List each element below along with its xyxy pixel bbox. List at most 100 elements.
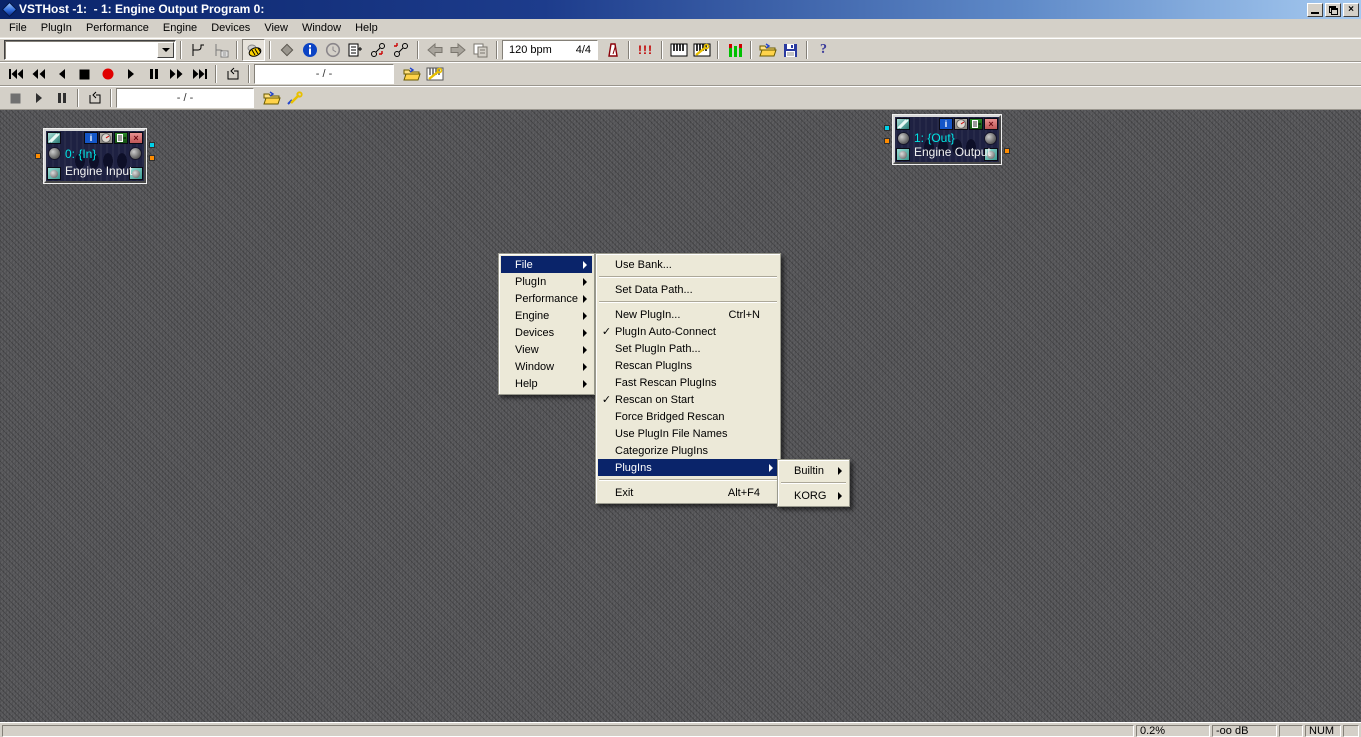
copy-layout-button[interactable] xyxy=(469,39,492,61)
plugin-info-button[interactable]: i xyxy=(84,132,98,144)
menu-item-use-plugin-file-names[interactable]: Use PlugIn File Names xyxy=(598,425,778,442)
menu-item-set-data-path[interactable]: Set Data Path... xyxy=(598,281,778,298)
record-button[interactable] xyxy=(96,63,119,85)
menu-item-force-bridged-rescan[interactable]: Force Bridged Rescan xyxy=(598,408,778,425)
context-menu-item-plugin[interactable]: PlugIn xyxy=(501,273,592,290)
loop-icon xyxy=(87,91,103,105)
context-menu-item-performance[interactable]: Performance xyxy=(501,290,592,307)
input-knob-right[interactable] xyxy=(129,147,142,160)
context-menu-item-view[interactable]: View xyxy=(501,341,592,358)
transport-setup-button[interactable] xyxy=(423,63,446,85)
timer-button[interactable] xyxy=(321,39,344,61)
menu-item-builtin[interactable]: Builtin xyxy=(780,462,847,479)
pause-button[interactable] xyxy=(142,63,165,85)
patchbay-in-button[interactable] xyxy=(367,39,390,61)
menu-item-korg[interactable]: KORG xyxy=(780,487,847,504)
plugin-gauge-button[interactable] xyxy=(954,118,968,130)
close-button[interactable]: × xyxy=(1343,3,1359,17)
menu-item-exit[interactable]: ExitAlt+F4 xyxy=(598,484,778,501)
menu-item-use-bank[interactable]: Use Bank... xyxy=(598,256,778,273)
engine-levels-button[interactable] xyxy=(723,39,746,61)
menu-item-plugins[interactable]: PlugIns xyxy=(598,459,778,476)
minimize-button[interactable] xyxy=(1307,3,1323,17)
menu-devices[interactable]: Devices xyxy=(204,20,257,36)
output-knob-right[interactable] xyxy=(984,132,997,145)
menu-item-fast-rescan-plugins[interactable]: Fast Rescan PlugIns xyxy=(598,374,778,391)
diamond-button[interactable] xyxy=(275,39,298,61)
player-pause-button[interactable] xyxy=(50,87,73,109)
transport-loop-button[interactable] xyxy=(221,63,244,85)
menu-window[interactable]: Window xyxy=(295,20,348,36)
port-midi-out[interactable] xyxy=(1004,148,1010,154)
port-midi-out[interactable] xyxy=(149,155,155,161)
menu-file[interactable]: File xyxy=(2,20,34,36)
menu-item-categorize-plugins[interactable]: Categorize PlugIns xyxy=(598,442,778,459)
plug-icon[interactable] xyxy=(896,118,910,130)
wasp-toggle-button[interactable] xyxy=(242,39,265,61)
menu-item-rescan-on-start[interactable]: ✓Rescan on Start xyxy=(598,391,778,408)
input-knob-left[interactable] xyxy=(48,147,61,160)
context-menu-item-help[interactable]: Help xyxy=(501,375,592,392)
port-audio-in[interactable] xyxy=(884,125,890,131)
step-forward-button[interactable] xyxy=(165,63,188,85)
patchbay-out-button[interactable] xyxy=(390,39,413,61)
rewind-button[interactable] xyxy=(27,63,50,85)
player-play-button[interactable] xyxy=(27,87,50,109)
plug-icon[interactable] xyxy=(47,132,61,144)
performance-combobox[interactable] xyxy=(4,40,176,60)
save-button[interactable] xyxy=(779,39,802,61)
speaker-icon[interactable] xyxy=(47,167,61,180)
chain-input-button[interactable] xyxy=(186,39,209,61)
stop-button[interactable] xyxy=(73,63,96,85)
forward-button[interactable] xyxy=(446,39,469,61)
help-button[interactable]: ? xyxy=(812,39,835,61)
skip-end-button[interactable] xyxy=(188,63,211,85)
keyboard-button[interactable] xyxy=(667,39,690,61)
play-button[interactable] xyxy=(119,63,142,85)
open-performance-button[interactable] xyxy=(756,39,779,61)
step-back-button[interactable] xyxy=(50,63,73,85)
speaker-icon[interactable] xyxy=(896,148,910,161)
transport-open-button[interactable] xyxy=(400,63,423,85)
output-knob-left[interactable] xyxy=(897,132,910,145)
panic-button[interactable]: !!! xyxy=(634,39,657,61)
menu-item-plugin-auto-connect[interactable]: ✓PlugIn Auto-Connect xyxy=(598,323,778,340)
port-audio-out[interactable] xyxy=(149,142,155,148)
plugin-program-button[interactable] xyxy=(969,118,983,130)
back-button[interactable] xyxy=(423,39,446,61)
context-menu-item-engine[interactable]: Engine xyxy=(501,307,592,324)
context-menu-item-window[interactable]: Window xyxy=(501,358,592,375)
player-stop-button[interactable] xyxy=(4,87,27,109)
plugin-gauge-button[interactable] xyxy=(99,132,113,144)
keyboard-setup-button[interactable] xyxy=(690,39,713,61)
port-midi-in[interactable] xyxy=(35,153,41,159)
plugin-close-button[interactable]: × xyxy=(129,132,143,144)
context-menu-item-devices[interactable]: Devices xyxy=(501,324,592,341)
player-open-button[interactable] xyxy=(260,87,283,109)
skip-start-button[interactable] xyxy=(4,63,27,85)
menu-engine[interactable]: Engine xyxy=(156,20,204,36)
menu-performance[interactable]: Performance xyxy=(79,20,156,36)
plugin-cell-engine-input[interactable]: i × 0: {In} Engine Input xyxy=(43,128,147,184)
menu-item-rescan-plugins[interactable]: Rescan PlugIns xyxy=(598,357,778,374)
player-loop-button[interactable] xyxy=(83,87,106,109)
combo-dropdown-button[interactable] xyxy=(157,42,174,58)
program-list-button[interactable] xyxy=(344,39,367,61)
plugin-cell-engine-output[interactable]: i × 1: {Out} Engine Output xyxy=(892,114,1002,165)
info-button[interactable] xyxy=(298,39,321,61)
menu-item-new-plugin[interactable]: New PlugIn...Ctrl+N xyxy=(598,306,778,323)
menu-help[interactable]: Help xyxy=(348,20,385,36)
plugin-info-button[interactable]: i xyxy=(939,118,953,130)
plugin-close-button[interactable]: × xyxy=(984,118,998,130)
context-menu-item-file[interactable]: File xyxy=(501,256,592,273)
plugin-program-button[interactable] xyxy=(114,132,128,144)
restore-button[interactable] xyxy=(1325,3,1341,17)
menu-view[interactable]: View xyxy=(257,20,295,36)
chain-output-button[interactable] xyxy=(209,39,232,61)
player-setup-button[interactable] xyxy=(283,87,306,109)
port-midi-in[interactable] xyxy=(884,138,890,144)
menu-plugin[interactable]: PlugIn xyxy=(34,20,79,36)
menu-item-set-plugin-path[interactable]: Set PlugIn Path... xyxy=(598,340,778,357)
rewind-icon xyxy=(31,68,46,80)
metronome-button[interactable] xyxy=(601,39,624,61)
